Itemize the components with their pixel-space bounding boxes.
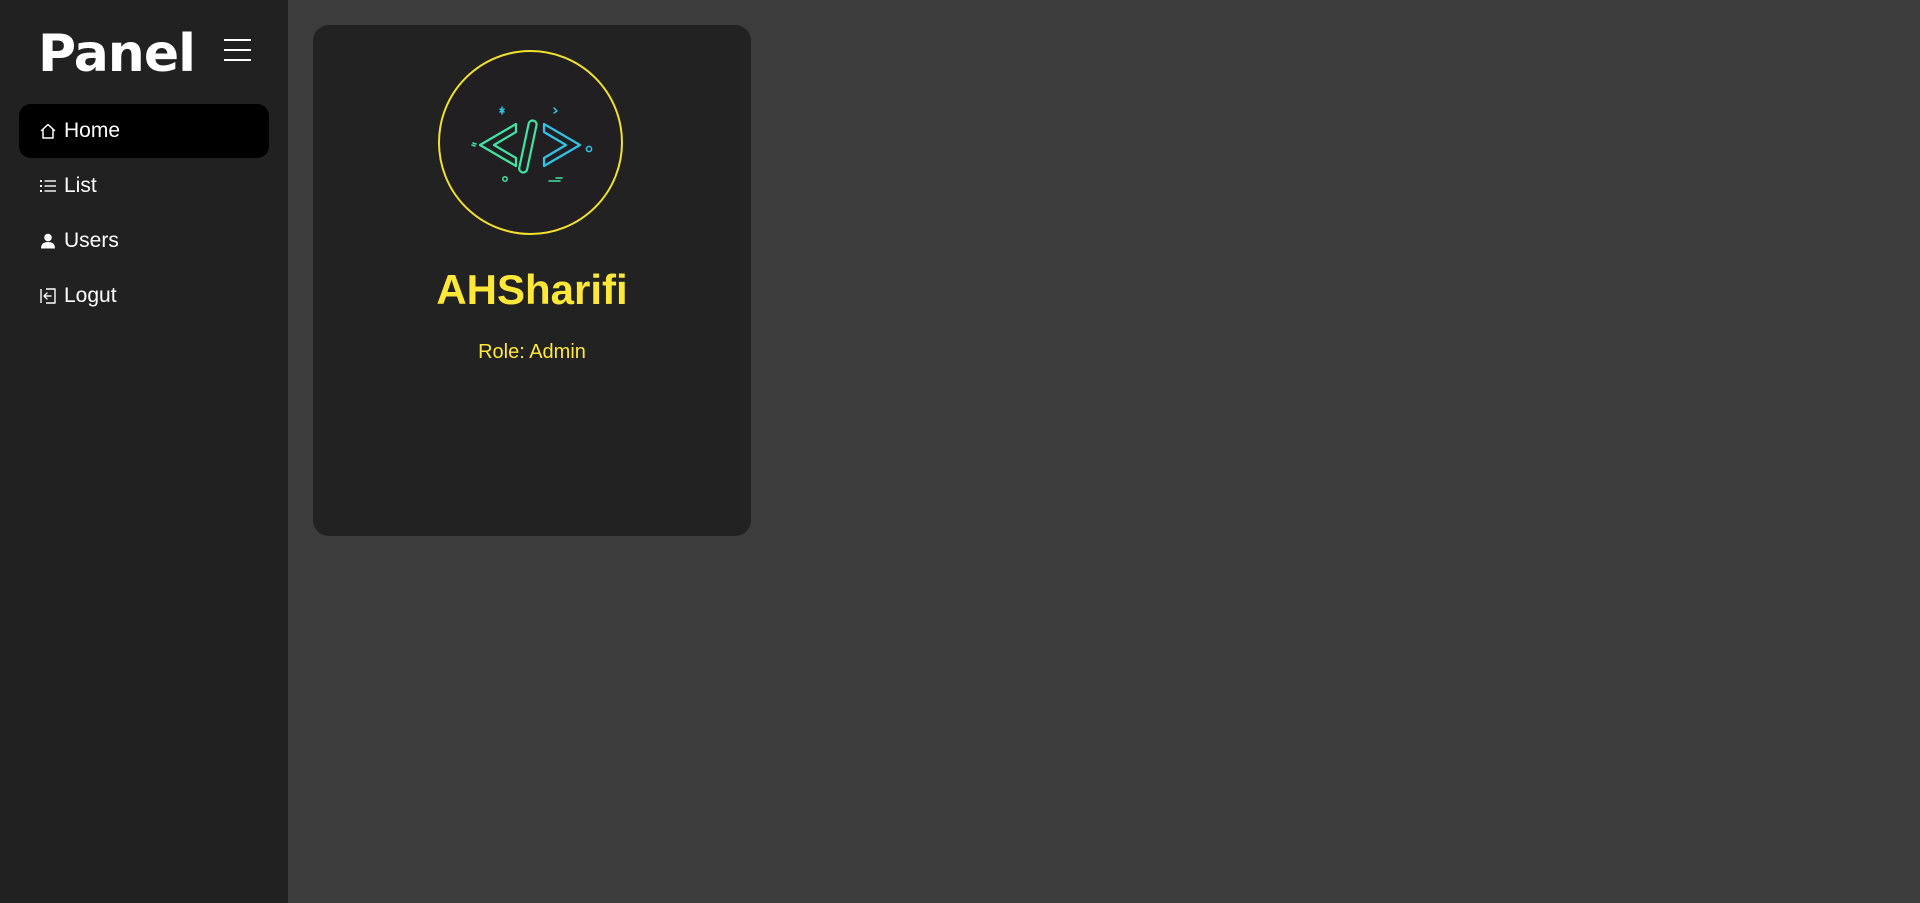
code-brackets-icon xyxy=(471,106,593,182)
sidebar-item-label: Logut xyxy=(64,284,117,307)
hamburger-icon[interactable] xyxy=(222,36,254,66)
profile-card: AHSharifi Role: Admin xyxy=(313,25,751,536)
sidebar-item-logout[interactable]: Logut xyxy=(19,269,269,323)
user-icon xyxy=(39,232,57,250)
sidebar: Panel Home List Users Logut xyxy=(0,0,288,903)
profile-role: Role: Admin xyxy=(478,341,586,363)
app-root: Panel Home List Users Logut AHSharifi Ro… xyxy=(0,0,1920,903)
brand-title: Panel xyxy=(38,24,196,84)
profile-name: AHSharifi xyxy=(436,266,628,313)
avatar xyxy=(438,50,623,235)
sidebar-nav: Home List Users Logut xyxy=(19,104,269,324)
logout-icon xyxy=(39,287,57,305)
home-icon xyxy=(39,122,57,140)
sidebar-item-label: Users xyxy=(64,229,119,252)
sidebar-item-label: List xyxy=(64,174,97,197)
sidebar-item-home[interactable]: Home xyxy=(19,104,269,158)
sidebar-item-label: Home xyxy=(64,119,121,142)
sidebar-item-users[interactable]: Users xyxy=(19,214,269,268)
sidebar-item-list[interactable]: List xyxy=(19,159,269,213)
list-icon xyxy=(39,177,57,195)
